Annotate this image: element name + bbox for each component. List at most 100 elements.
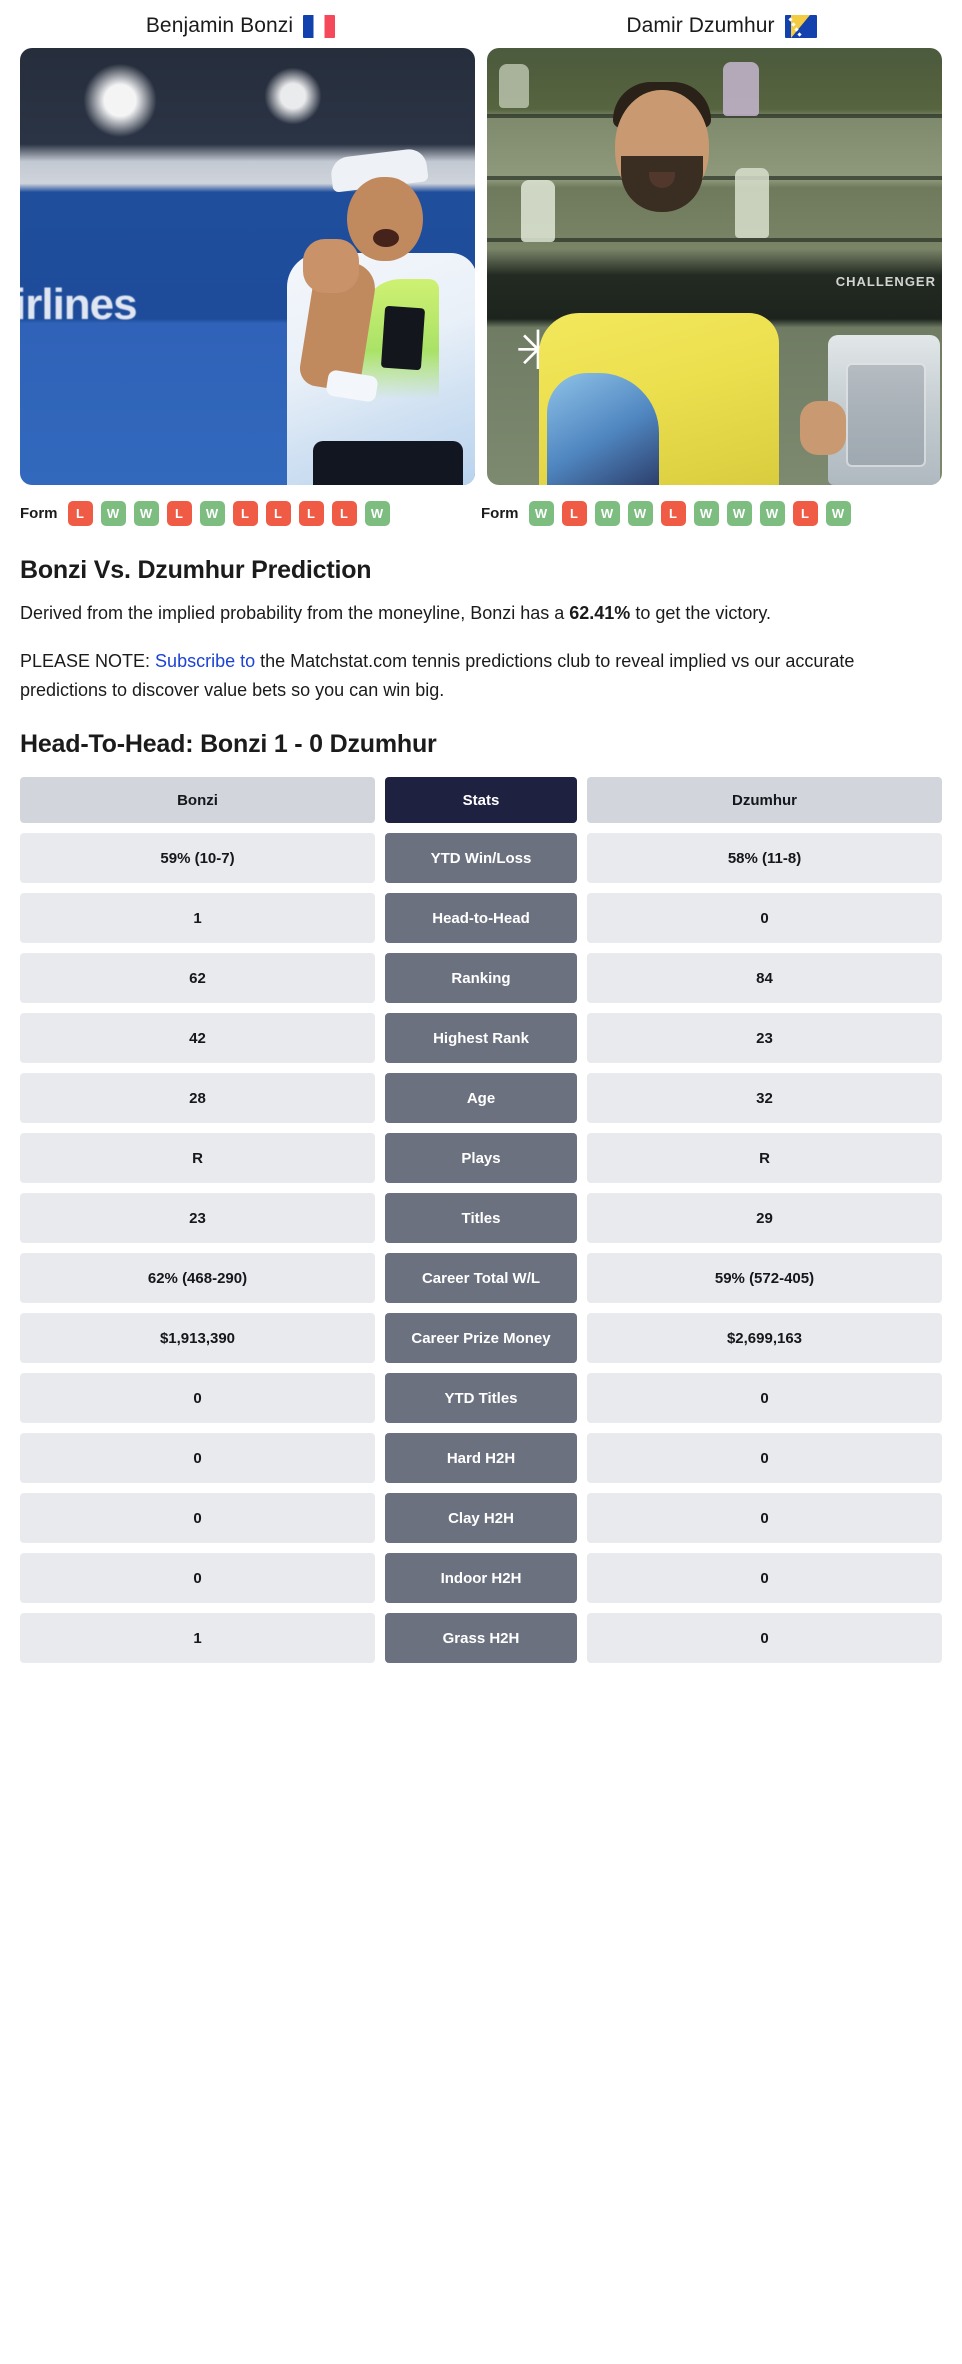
prediction-title: Bonzi Vs. Dzumhur Prediction [20,556,372,584]
stat-label: YTD Win/Loss [385,833,577,884]
fr-flag-icon [303,14,336,38]
form-badge: W [100,501,126,526]
prediction-section: Bonzi Vs. Dzumhur Prediction Derived fro… [0,556,962,704]
photo-bonzi: irlines [20,48,475,485]
stat-value-right: 0 [587,1373,942,1424]
please-note-prefix: PLEASE NOTE: [20,651,156,672]
form-section: Form L W W L W L L L L W Form W L W W L … [0,485,962,530]
stat-value-right: 58% (11-8) [587,833,942,884]
table-row: 0 Hard H2H 0 [20,1433,942,1484]
h2h-title: Head-To-Head: Bonzi 1 - 0 Dzumhur [20,730,437,759]
form-dzumhur: Form W L W W L W W W L W [481,501,942,526]
table-row: 23 Titles 29 [20,1193,942,1244]
form-badge: L [298,501,324,526]
stat-value-right: 23 [587,1013,942,1064]
player-name-dzumhur: Damir Dzumhur [626,14,775,37]
stats-header-row: Bonzi Stats Dzumhur [20,777,942,824]
prediction-text-suffix: to get the victory. [630,603,772,623]
subscribe-link[interactable]: Subscribe to [155,651,255,671]
form-badge: L [265,501,291,526]
stat-value-left: 1 [20,1613,375,1664]
stats-table: Bonzi Stats Dzumhur 59% (10-7) YTD Win/Lo… [0,773,962,1664]
stat-value-left: 62% (468-290) [20,1253,375,1304]
stat-label: Indoor H2H [385,1553,577,1604]
form-badge: W [726,501,752,526]
stat-value-right: 0 [587,893,942,944]
player-header-dzumhur: Damir Dzumhur [481,14,962,38]
stat-value-right: 84 [587,953,942,1004]
table-row: 0 Indoor H2H 0 [20,1553,942,1604]
stat-label: Career Total W/L [385,1253,577,1304]
stats-header-right: Dzumhur [587,777,942,824]
stat-value-left: $1,913,390 [20,1313,375,1364]
please-note-paragraph: PLEASE NOTE: Subscribe to the Matchstat.… [20,647,942,704]
prediction-probability: 62.41% [569,603,631,623]
stat-label: Grass H2H [385,1613,577,1664]
player-photos: irlines CHALLENGER ✳ [0,48,962,485]
stat-value-right: 32 [587,1073,942,1124]
form-badge: W [825,501,851,526]
stat-value-left: 0 [20,1553,375,1604]
stat-value-right: 29 [587,1193,942,1244]
form-badge: W [199,501,225,526]
stat-value-left: 0 [20,1373,375,1424]
table-row: 42 Highest Rank 23 [20,1013,942,1064]
form-badge: L [792,501,818,526]
table-row: 59% (10-7) YTD Win/Loss 58% (11-8) [20,833,942,884]
form-badge: L [232,501,258,526]
table-row: 0 YTD Titles 0 [20,1373,942,1424]
player-header-bonzi: Benjamin Bonzi [0,14,481,38]
stats-rows: 59% (10-7) YTD Win/Loss 58% (11-8) 1 Head-to… [20,833,942,1664]
form-bonzi: Form L W W L W L L L L W [20,501,481,526]
photo-dzumhur: CHALLENGER ✳ [487,48,942,485]
form-badge: W [759,501,785,526]
prediction-paragraph: Derived from the implied probability fro… [20,599,942,627]
table-row: 1 Grass H2H 0 [20,1613,942,1664]
stat-value-right: 0 [587,1613,942,1664]
stat-label: YTD Titles [385,1373,577,1424]
stat-value-left: 42 [20,1013,375,1064]
stat-value-right: 0 [587,1433,942,1484]
form-badge: W [693,501,719,526]
table-row: $1,913,390 Career Prize Money $2,699,163 [20,1313,942,1364]
stat-label: Age [385,1073,577,1124]
stat-label: Clay H2H [385,1493,577,1544]
players-header: Benjamin Bonzi Damir Dzumhur [0,0,962,48]
stat-value-left: 28 [20,1073,375,1124]
table-row: 28 Age 32 [20,1073,942,1124]
form-label-bonzi: Form [20,505,58,522]
stat-value-left: 59% (10-7) [20,833,375,884]
stat-value-left: R [20,1133,375,1184]
stats-header-middle: Stats [385,777,577,824]
stat-label: Head-to-Head [385,893,577,944]
form-badge: L [561,501,587,526]
stat-value-left: 0 [20,1433,375,1484]
photo-bonzi-figure [275,147,475,485]
stat-value-right: 59% (572-405) [587,1253,942,1304]
photo-bonzi-signage: irlines [20,280,138,329]
stats-header-left: Bonzi [20,777,375,824]
stat-label: Ranking [385,953,577,1004]
form-label-dzumhur: Form [481,505,519,522]
form-badge: W [594,501,620,526]
stat-label: Hard H2H [385,1433,577,1484]
stat-label: Titles [385,1193,577,1244]
form-badge: W [528,501,554,526]
h2h-section: Head-To-Head: Bonzi 1 - 0 Dzumhur [0,730,962,759]
prediction-text-prefix: Derived from the implied probability fro… [20,603,570,623]
form-badge: L [166,501,192,526]
stat-value-left: 62 [20,953,375,1004]
stat-label: Career Prize Money [385,1313,577,1364]
table-row: 62 Ranking 84 [20,953,942,1004]
stat-value-left: 1 [20,893,375,944]
form-badge: L [331,501,357,526]
stat-value-right: 0 [587,1493,942,1544]
table-row: 1 Head-to-Head 0 [20,893,942,944]
form-badge: L [67,501,93,526]
form-badge: L [660,501,686,526]
stat-label: Plays [385,1133,577,1184]
stat-value-left: 0 [20,1493,375,1544]
photo-dzumhur-banner-text: CHALLENGER [835,274,936,289]
table-row: 62% (468-290) Career Total W/L 59% (572-40… [20,1253,942,1304]
stat-value-right: $2,699,163 [587,1313,942,1364]
